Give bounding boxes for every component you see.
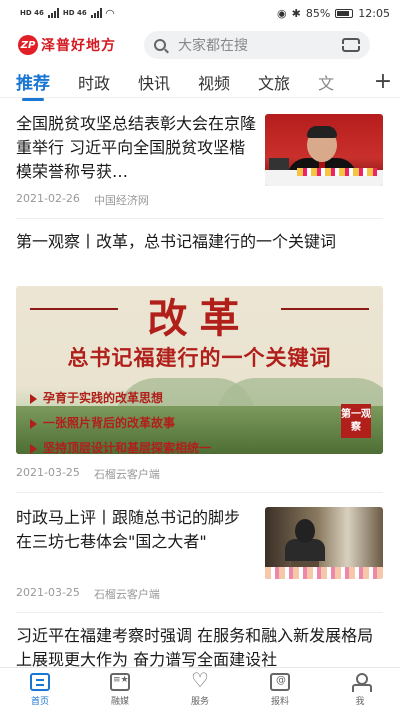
news-date: 2021-02-26: [16, 192, 80, 205]
battery-icon: [335, 8, 354, 18]
logo-text: 泽普好地方: [41, 38, 116, 54]
logo-mark: ZP: [18, 35, 38, 55]
news-source: 石榴云客户端: [93, 468, 160, 481]
news-meta: 2021-03-25 石榴云客户端: [16, 466, 383, 482]
eye-icon: ◉: [277, 6, 287, 20]
app-header: ZP 泽普好地方 大家都在搜: [0, 28, 400, 62]
thumb-detail: [269, 158, 289, 170]
nav-me[interactable]: 我: [320, 668, 400, 711]
tab-flash[interactable]: 快讯: [138, 70, 170, 94]
banner-headline: 改革: [147, 295, 252, 342]
news-title: 时政马上评丨跟随总书记的脚步 在三坊七巷体会"国之大者": [16, 508, 241, 551]
signal-icon: [90, 8, 102, 18]
search-icon: [154, 39, 166, 51]
news-date: 2021-03-25: [16, 466, 80, 479]
banner-seal: 第一观察: [341, 404, 371, 438]
nav-label: 融媒: [110, 696, 129, 707]
clock: 12:05: [358, 6, 390, 20]
news-date: 2021-03-25: [16, 586, 80, 599]
signal-indicators: HD 46 HD 46 ◠: [20, 7, 114, 20]
app-logo: ZP 泽普好地方: [18, 35, 116, 55]
banner-subtitle: 总书记福建行的一个关键词: [67, 345, 332, 370]
banner-bullet: 孕育于实践的改革思想: [30, 386, 211, 411]
tab-video[interactable]: 视频: [198, 70, 230, 94]
signal-label-2: HD 46: [62, 9, 87, 17]
nav-media[interactable]: 融媒: [80, 668, 160, 711]
news-feed[interactable]: 全国脱贫攻坚总结表彰大会在京隆重举行 习近平向全国脱贫攻坚楷模荣誉称号获… 20…: [0, 100, 400, 667]
news-meta: 2021-02-26 中国经济网: [16, 192, 383, 208]
signal-icon: [47, 8, 59, 18]
search-bar[interactable]: 大家都在搜: [144, 31, 370, 59]
banner-bullets: 孕育于实践的改革思想 一张照片背后的改革故事 坚持顶层设计和基层探索相统一: [30, 386, 211, 454]
news-banner-image[interactable]: 改革 总书记福建行的一个关键词 孕育于实践的改革思想 一张照片背后的改革故事 坚…: [16, 286, 383, 454]
tab-more-partial[interactable]: 文: [318, 70, 334, 94]
news-source: 石榴云客户端: [93, 588, 160, 601]
nav-service[interactable]: 服务: [160, 668, 240, 711]
thumb-detail: [297, 168, 377, 176]
divider: [16, 492, 383, 493]
bluetooth-icon: ✱: [291, 6, 301, 20]
news-item[interactable]: 时政马上评丨跟随总书记的脚步 在三坊七巷体会"国之大者": [16, 506, 251, 554]
news-item[interactable]: 第一观察丨改革，总书记福建行的一个关键词: [16, 230, 383, 254]
nav-home[interactable]: 首页: [0, 668, 80, 711]
news-title: 全国脱贫攻坚总结表彰大会在京隆重举行 习近平向全国脱贫攻坚楷模荣誉称号获…: [16, 114, 257, 181]
news-thumbnail[interactable]: [265, 114, 383, 186]
news-title: 第一观察丨改革，总书记福建行的一个关键词: [16, 232, 337, 251]
news-item[interactable]: 习近平在福建考察时强调 在服务和融入新发展格局上展现更大作为 奋力谱写全面建设社: [16, 624, 383, 667]
tab-culture-tourism[interactable]: 文旅: [258, 70, 290, 94]
nav-report[interactable]: 报料: [240, 668, 320, 711]
home-icon: [30, 672, 50, 691]
news-item[interactable]: 全国脱贫攻坚总结表彰大会在京隆重举行 习近平向全国脱贫攻坚楷模荣誉称号获…: [16, 112, 256, 184]
nav-label: 服务: [190, 696, 209, 707]
bottom-nav: 首页 融媒 服务 报料 我: [0, 667, 400, 711]
search-placeholder: 大家都在搜: [178, 38, 248, 54]
thumb-detail: [265, 567, 383, 579]
user-icon: [350, 672, 372, 692]
divider: [16, 218, 383, 219]
banner-bullet: 一张照片背后的改革故事: [30, 411, 211, 436]
news-thumbnail[interactable]: [265, 507, 383, 579]
report-icon: [270, 672, 290, 691]
news-title: 习近平在福建考察时强调 在服务和融入新发展格局上展现更大作为 奋力谱写全面建设社: [16, 626, 374, 667]
thumb-detail: [295, 519, 315, 543]
news-source: 中国经济网: [93, 194, 149, 207]
tab-recommend[interactable]: 推荐: [16, 69, 50, 101]
add-channel-icon[interactable]: +: [366, 66, 400, 97]
battery-percent: 85%: [305, 6, 331, 20]
thumb-detail: [307, 126, 337, 138]
nav-label: 报料: [270, 696, 289, 707]
news-meta: 2021-03-25 石榴云客户端: [16, 586, 383, 602]
banner-bullet: 坚持顶层设计和基层探索相统一: [30, 436, 211, 454]
media-icon: [110, 672, 130, 691]
scan-icon[interactable]: [340, 38, 362, 52]
tab-politics[interactable]: 时政: [78, 70, 110, 94]
nav-label: 首页: [30, 696, 49, 707]
signal-label-1: HD 46: [20, 9, 44, 17]
channel-tabs: 推荐 时政 快讯 视频 文旅 文 +: [0, 66, 400, 101]
service-icon: [190, 668, 210, 692]
wifi-icon: ◠: [105, 6, 115, 20]
nav-label: 我: [355, 696, 365, 707]
status-bar: HD 46 HD 46 ◠ ◉ ✱ 85% 12:05: [0, 0, 400, 26]
divider: [16, 612, 383, 613]
